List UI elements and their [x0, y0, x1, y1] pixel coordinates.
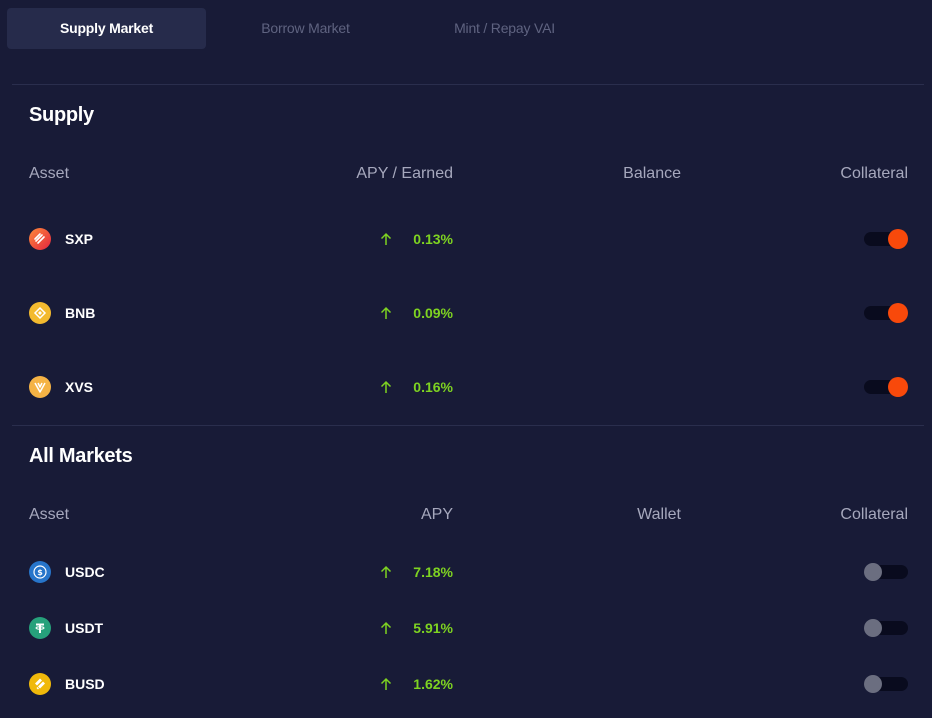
supply-header-balance: Balance — [623, 165, 681, 182]
arrow-up-icon — [380, 380, 392, 393]
market-row-usdc[interactable]: $ USDC 7.18% — [0, 552, 932, 592]
tab-borrow-market[interactable]: Borrow Market — [206, 8, 405, 49]
collateral-toggle[interactable] — [864, 229, 908, 249]
supply-section-title: Supply — [29, 104, 94, 126]
sxp-icon — [29, 228, 51, 250]
apy-value: 5.91% — [413, 620, 453, 636]
asset-name: BNB — [65, 305, 96, 321]
supply-header-apy: APY / Earned — [356, 165, 453, 182]
asset-name: SXP — [65, 231, 94, 247]
asset-name: XVS — [65, 379, 94, 395]
supply-header-collateral: Collateral — [840, 165, 908, 182]
asset-name: BUSD — [65, 676, 105, 692]
busd-icon — [29, 673, 51, 695]
markets-header-asset: Asset — [29, 506, 70, 523]
toggle-knob — [864, 563, 882, 581]
market-row-usdt[interactable]: USDT 5.91% — [0, 608, 932, 648]
usdc-icon: $ — [29, 561, 51, 583]
markets-header-wallet: Wallet — [637, 506, 681, 523]
apy-value: 1.62% — [413, 676, 453, 692]
collateral-toggle[interactable] — [864, 619, 908, 637]
arrow-up-icon — [380, 232, 392, 245]
asset-name: USDC — [65, 564, 105, 580]
xvs-icon — [29, 376, 51, 398]
toggle-knob — [864, 675, 882, 693]
all-markets-section-title: All Markets — [29, 445, 133, 467]
usdt-icon — [29, 617, 51, 639]
collateral-toggle[interactable] — [864, 563, 908, 581]
supply-row-xvs[interactable]: XVS 0.16% — [0, 367, 932, 407]
arrow-up-icon — [380, 621, 392, 634]
bnb-icon — [29, 302, 51, 324]
apy-value: 0.09% — [413, 305, 453, 321]
apy-value: 0.13% — [413, 231, 453, 247]
toggle-knob — [888, 377, 908, 397]
markets-header-apy: APY — [420, 506, 453, 523]
collateral-toggle[interactable] — [864, 303, 908, 323]
market-tabs: Supply Market Borrow Market Mint / Repay… — [7, 8, 604, 49]
svg-text:$: $ — [37, 568, 43, 577]
markets-header-collateral: Collateral — [840, 506, 908, 523]
supply-header-asset: Asset — [29, 165, 70, 182]
asset-name: USDT — [65, 620, 104, 636]
supply-row-sxp[interactable]: SXP 0.13% — [0, 219, 932, 259]
toggle-knob — [888, 229, 908, 249]
apy-value: 7.18% — [413, 564, 453, 580]
apy-value: 0.16% — [413, 379, 453, 395]
toggle-knob — [864, 619, 882, 637]
collateral-toggle[interactable] — [864, 377, 908, 397]
supply-row-bnb[interactable]: BNB 0.09% — [0, 293, 932, 333]
arrow-up-icon — [380, 306, 392, 319]
divider — [12, 84, 924, 85]
collateral-toggle[interactable] — [864, 675, 908, 693]
tab-supply-market[interactable]: Supply Market — [7, 8, 206, 49]
divider — [12, 425, 924, 426]
arrow-up-icon — [380, 565, 392, 578]
market-row-busd[interactable]: BUSD 1.62% — [0, 664, 932, 704]
tab-mint-repay-vai[interactable]: Mint / Repay VAI — [405, 8, 604, 49]
arrow-up-icon — [380, 677, 392, 690]
toggle-knob — [888, 303, 908, 323]
